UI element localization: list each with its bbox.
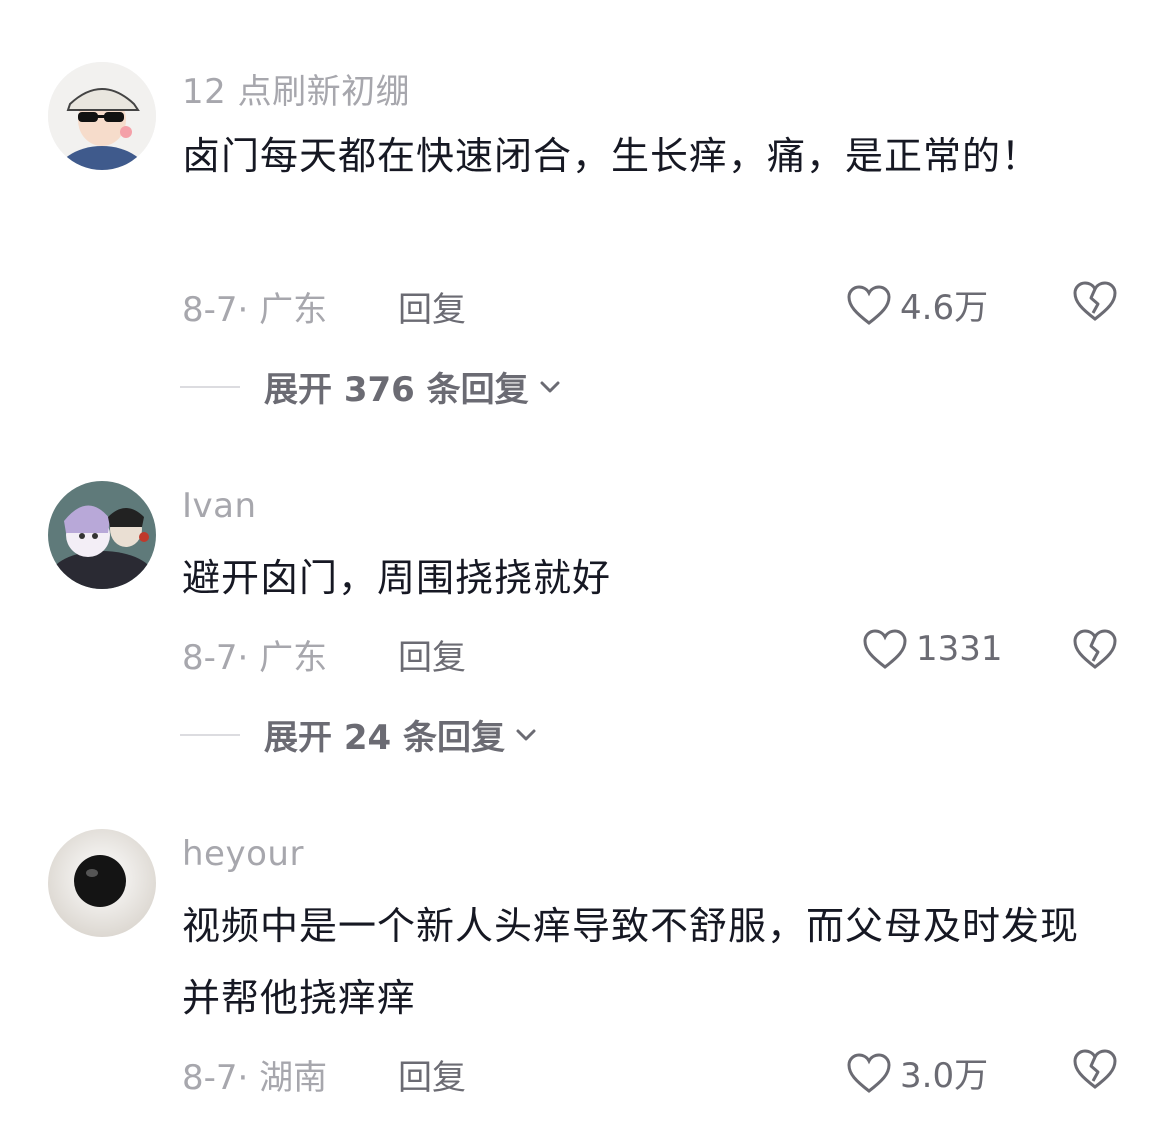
like-count: 3.0万 — [900, 1056, 989, 1096]
avatar[interactable] — [48, 829, 156, 937]
broken-heart-icon — [1073, 1049, 1117, 1089]
reply-button[interactable]: 回复 — [398, 1050, 466, 1099]
comment-text: 视频中是一个新人头痒导致不舒服，而父母及时发现并帮他挠痒痒 — [182, 904, 1080, 1020]
dislike-button[interactable] — [1072, 1048, 1118, 1094]
comment-date-location: 8-7· 湖南 — [182, 1058, 328, 1098]
comment-item: heyour 视频中是一个新人头痒导致不舒服，而父母及时发现并帮他挠痒痒 8-7… — [0, 0, 1170, 1123]
like-button[interactable]: 3.0万 — [846, 1048, 988, 1097]
username[interactable]: heyour — [182, 834, 304, 874]
heart-outline-icon — [847, 1052, 891, 1093]
